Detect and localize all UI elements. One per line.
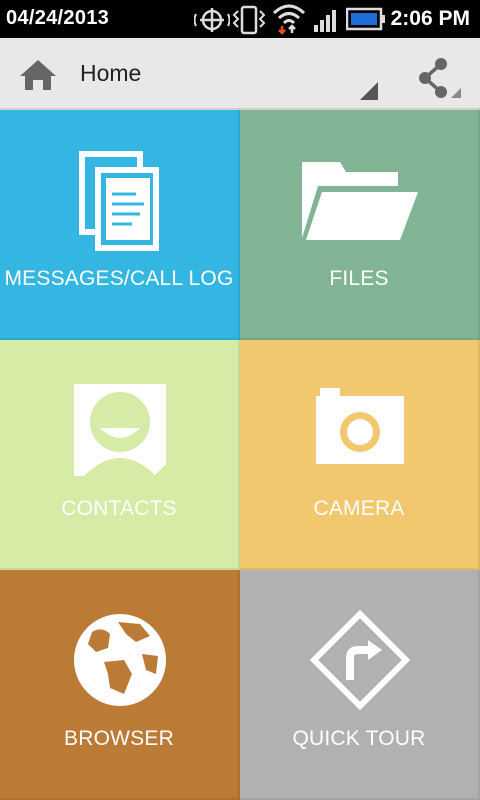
share-icon[interactable] <box>413 56 463 100</box>
camera-icon <box>316 388 404 464</box>
status-date: 04/24/2013 <box>6 7 110 29</box>
battery-icon <box>346 7 385 31</box>
tile-label: BROWSER <box>64 727 174 750</box>
signal-icon <box>314 10 336 32</box>
tile-label: MESSAGES/CALL LOG <box>4 267 234 290</box>
tile-quick-tour[interactable]: QUICK TOUR <box>240 570 480 800</box>
tile-label: CONTACTS <box>61 497 177 520</box>
tile-camera[interactable]: CAMERA <box>240 340 480 570</box>
home-tile-grid: MESSAGES/CALL LOG FILES CONTACTS CAMERA <box>0 110 480 800</box>
tile-label: FILES <box>329 267 389 290</box>
documents-icon <box>79 151 159 251</box>
tile-label: CAMERA <box>313 497 405 520</box>
tile-label: QUICK TOUR <box>292 727 426 750</box>
folder-icon <box>302 162 418 240</box>
vibrate-icon <box>232 5 266 35</box>
status-time: 2:06 PM <box>390 7 470 30</box>
status-bar: 04/24/2013 2:06 PM <box>0 0 480 38</box>
tile-files[interactable]: FILES <box>240 110 480 340</box>
contact-icon <box>74 384 166 476</box>
page-title[interactable]: Home <box>80 60 141 87</box>
tile-messages-call-log[interactable]: MESSAGES/CALL LOG <box>0 110 240 340</box>
tile-browser[interactable]: BROWSER <box>0 570 240 800</box>
tile-contacts[interactable]: CONTACTS <box>0 340 240 570</box>
gps-icon <box>194 8 230 32</box>
globe-icon <box>74 614 166 706</box>
turn-sign-icon <box>309 609 411 711</box>
wifi-icon <box>272 4 306 35</box>
action-bar: Home <box>0 38 480 110</box>
dropdown-indicator-icon[interactable] <box>360 82 378 100</box>
home-icon[interactable] <box>18 58 58 92</box>
